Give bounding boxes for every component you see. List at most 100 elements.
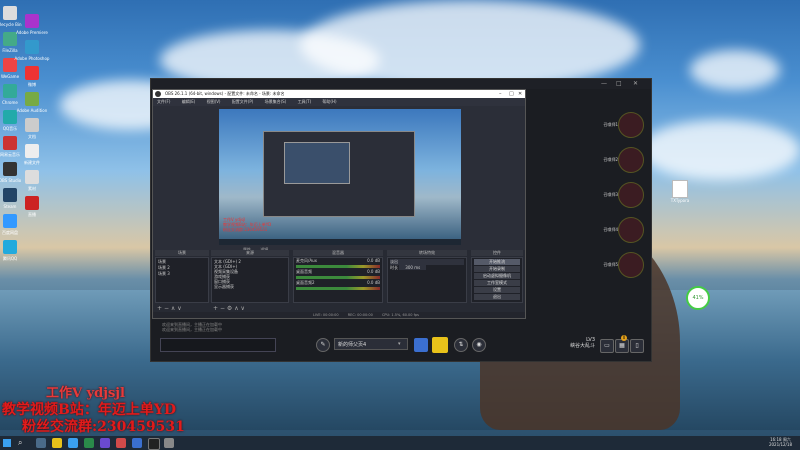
desktop-icon[interactable]: 腾讯QQ	[0, 240, 30, 261]
camera-icon[interactable]: ◉	[472, 338, 486, 352]
minimize-icon[interactable]: —	[601, 80, 607, 87]
volume-meter[interactable]	[296, 265, 380, 268]
desktop-icon-label: 素材	[28, 186, 36, 191]
app-titlebar: — □ ✕	[151, 79, 651, 89]
battery-widget[interactable]: 41%	[686, 286, 710, 310]
mixer-channel: 桌面音频2 0.0 dB	[296, 281, 380, 285]
avatar	[618, 147, 644, 173]
close-icon[interactable]: ✕	[633, 80, 638, 87]
player-slot[interactable]: 召唤师3	[560, 182, 650, 208]
clock-date: 2021/12/18	[768, 442, 792, 447]
gear-icon[interactable]: ⚙	[227, 305, 232, 312]
desktop-icon[interactable]: Adobe Premiere	[12, 14, 52, 35]
app-icon[interactable]	[116, 438, 126, 448]
scene-buttons: + − ∧ ∨	[157, 305, 182, 312]
down-icon[interactable]: ∨	[241, 305, 245, 312]
preview-text-line: 粉丝交流群:230459531	[223, 227, 268, 232]
sources-header: 来源	[211, 250, 289, 256]
start-icon[interactable]	[3, 439, 11, 447]
player-slot[interactable]: 召唤师2	[560, 147, 650, 173]
desktop-icon[interactable]: Adobe Audition	[12, 92, 52, 113]
player-slot[interactable]: 召唤师1	[560, 112, 650, 138]
scenes-list: 场景 场景 2 场景 3	[155, 257, 209, 303]
obs-statusbar: LIVE: 00:00:00 REC: 00:00:00 CPU: 1.5%, …	[153, 312, 525, 318]
add-icon[interactable]: +	[157, 305, 162, 312]
settings-button[interactable]: 设置	[474, 287, 520, 293]
app-icon[interactable]	[100, 438, 110, 448]
remove-icon[interactable]: −	[220, 305, 225, 312]
menu-view[interactable]: 视图(V)	[207, 99, 221, 104]
duration-input[interactable]: 300 ms	[399, 265, 427, 270]
desktop-icon[interactable]: 素材	[12, 170, 52, 191]
menu-help[interactable]: 帮助(H)	[322, 99, 336, 104]
studio-mode-button[interactable]: 工作室模式	[474, 280, 520, 286]
edit-icon[interactable]: ✎	[316, 338, 330, 352]
menu-tools[interactable]: 工具(T)	[298, 99, 312, 104]
menu-profile[interactable]: 配置文件(P)	[232, 99, 254, 104]
scene-select[interactable]: 新的师父页4	[334, 338, 408, 350]
app-icon	[25, 196, 39, 210]
game-mode-icon[interactable]	[432, 337, 448, 353]
wechat-icon[interactable]	[84, 438, 94, 448]
search-icon[interactable]: ⌕	[18, 438, 28, 448]
menu-scene-collection[interactable]: 场景集合(S)	[265, 99, 287, 104]
desktop-file-icon[interactable]: TXTypora	[660, 180, 700, 203]
chat-input[interactable]	[160, 338, 276, 352]
volume-meter[interactable]	[296, 287, 380, 290]
mixer-channel-name: 桌面音频2	[296, 280, 315, 285]
settings-toggle-icon[interactable]: ⇅	[454, 338, 468, 352]
duration-label: 时长	[390, 265, 398, 270]
more-icon[interactable]: ▯	[630, 339, 644, 353]
player-slot[interactable]: 召唤师5	[560, 252, 650, 278]
screen-share-icon[interactable]	[414, 338, 428, 352]
maximize-icon[interactable]: □	[616, 80, 622, 87]
obs-taskbar-icon[interactable]	[148, 438, 160, 450]
desktop-icon[interactable]: 文档	[12, 118, 52, 139]
edge-icon[interactable]	[68, 438, 78, 448]
remove-icon[interactable]: −	[164, 305, 169, 312]
desktop-icon[interactable]: Adobe Photoshop	[12, 40, 52, 61]
maximize-icon[interactable]: □	[509, 90, 514, 98]
app-icon	[25, 40, 39, 54]
exit-button[interactable]: 退出	[474, 294, 520, 300]
close-icon[interactable]: ✕	[518, 90, 522, 98]
desktop-icon[interactable]: 微博	[12, 66, 52, 87]
obs-preview[interactable]: 工作V ydjsjl 教学视频B站：年迈上单YD 粉丝交流群:230459531	[219, 109, 461, 245]
up-icon[interactable]: ∧	[234, 305, 238, 312]
up-icon[interactable]: ∧	[171, 305, 175, 312]
menu-file[interactable]: 文件(F)	[157, 99, 170, 104]
desktop-icon[interactable]: 直播	[12, 196, 52, 217]
virtual-camera-button[interactable]: 启动虚拟摄像机	[474, 273, 520, 279]
player-slots: 召唤师1 召唤师2 召唤师3 召唤师4 召唤师5	[560, 112, 650, 287]
start-recording-button[interactable]: 开始录制	[474, 266, 520, 272]
start-streaming-button[interactable]: 开始推流	[474, 259, 520, 265]
desktop-icon[interactable]: 百度网盘	[0, 214, 30, 235]
menu-edit[interactable]: 编辑(E)	[182, 99, 196, 104]
user-level: LV3 峡谷大乱斗	[570, 337, 595, 349]
clock[interactable]: 16:18 周六 2021/12/18	[769, 437, 792, 447]
file-explorer-icon[interactable]	[52, 438, 62, 448]
chevron-down-icon[interactable]: ▾	[398, 341, 401, 347]
rank-text: 峡谷大乱斗	[570, 343, 596, 349]
down-icon[interactable]: ∨	[177, 305, 181, 312]
desktop-icon-label: 腾讯QQ	[2, 256, 18, 261]
desktop-file-label: TXTypora	[670, 198, 690, 203]
minimize-icon[interactable]: –	[499, 90, 502, 98]
scene-item[interactable]: 场景 3	[158, 271, 206, 277]
obs-title-text: OBS 26.1.1 (64-bit, windows) - 配置文件: 未命名…	[165, 91, 285, 96]
add-icon[interactable]: +	[213, 305, 218, 312]
player-slot[interactable]: 召唤师4	[560, 217, 650, 243]
task-view-icon[interactable]	[36, 438, 46, 448]
message-icon[interactable]: ▭	[600, 339, 614, 353]
desktop-icon-label: 百度网盘	[2, 230, 18, 235]
source-item[interactable]: 显示器捕获	[214, 284, 286, 289]
rec-status: REC: 00:00:00	[347, 313, 373, 317]
app-icon[interactable]	[164, 438, 174, 448]
app-icon[interactable]	[132, 438, 142, 448]
volume-meter[interactable]	[296, 276, 380, 279]
desktop-icon-label: Adobe Premiere	[16, 30, 48, 35]
gift-icon[interactable]: ▦	[615, 339, 629, 353]
desktop-icon[interactable]: 新建文件	[12, 144, 52, 165]
preview-taskbar	[219, 239, 461, 245]
slot-label: 召唤师2	[603, 157, 618, 162]
